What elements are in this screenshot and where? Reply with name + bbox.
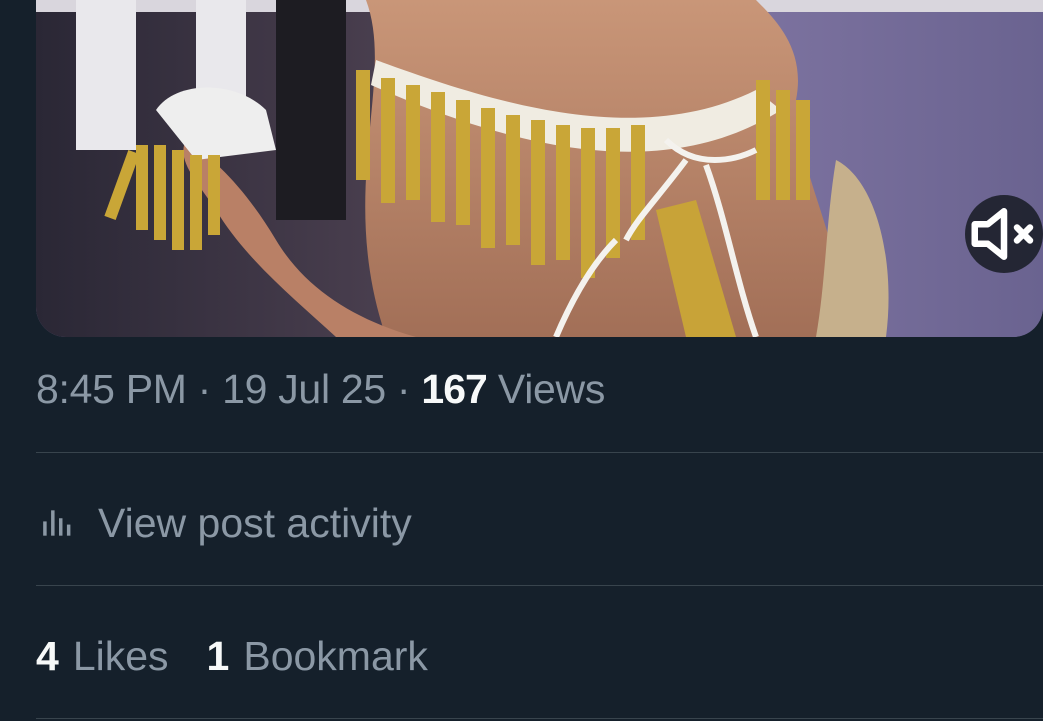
meta-separator: · xyxy=(186,366,223,412)
divider xyxy=(36,452,1043,453)
post-time[interactable]: 8:45 PM xyxy=(36,366,187,412)
divider xyxy=(36,585,1043,586)
post-video[interactable] xyxy=(36,0,1043,337)
likes-stat[interactable]: 4 Likes xyxy=(36,633,169,680)
mute-toggle-button[interactable] xyxy=(965,195,1043,273)
engagement-stats: 4 Likes 1 Bookmark xyxy=(36,628,466,684)
meta-separator: · xyxy=(385,366,422,412)
bookmarks-label: Bookmark xyxy=(243,632,428,679)
divider xyxy=(36,718,1043,719)
post-detail-page: 8:45 PM · 19 Jul 25 · 167 Views View pos… xyxy=(0,0,1043,721)
view-post-activity-link[interactable]: View post activity xyxy=(36,494,412,552)
likes-count: 4 xyxy=(36,632,59,679)
post-date[interactable]: 19 Jul 25 xyxy=(222,366,386,412)
video-frame-image xyxy=(36,0,1043,337)
bookmarks-stat[interactable]: 1 Bookmark xyxy=(207,633,428,680)
views-label: Views xyxy=(486,366,606,412)
view-post-activity-label: View post activity xyxy=(98,499,412,546)
post-timestamp-line: 8:45 PM · 19 Jul 25 · 167 Views xyxy=(36,364,605,414)
analytics-bars-icon xyxy=(43,510,71,536)
speaker-muted-icon xyxy=(971,208,1034,260)
bookmarks-count: 1 xyxy=(206,632,230,679)
likes-label: Likes xyxy=(72,632,169,679)
views-count: 167 xyxy=(421,366,487,412)
